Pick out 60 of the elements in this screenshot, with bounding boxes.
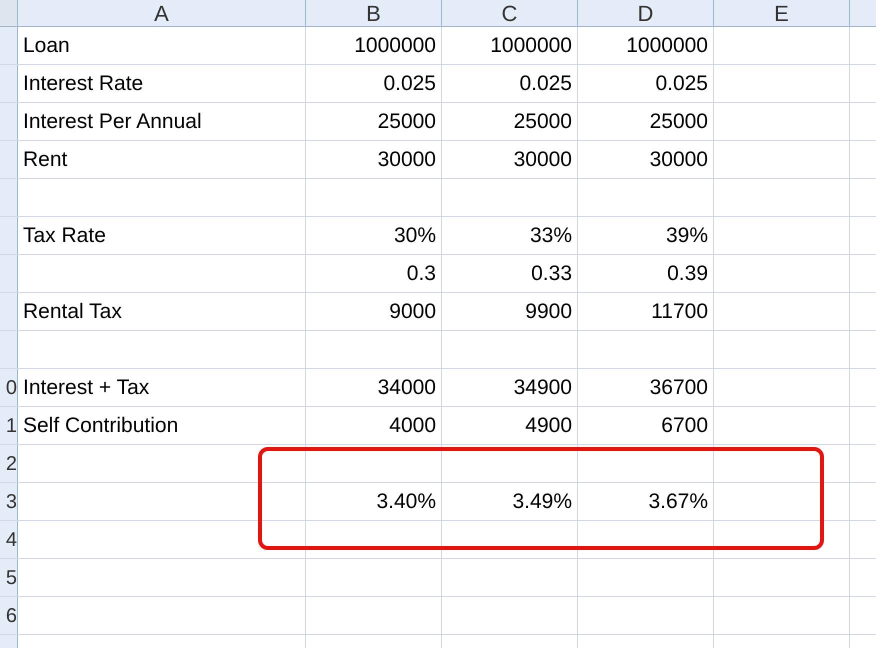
- table-cell: 11700: [578, 293, 714, 330]
- table-cell: 0.33: [442, 255, 578, 292]
- row-header[interactable]: [0, 293, 18, 330]
- column-header[interactable]: A: [18, 0, 306, 26]
- table-cell: 0.3: [306, 255, 442, 292]
- table-cell: Tax Rate: [18, 217, 306, 254]
- table-cell: 4900: [442, 407, 578, 444]
- row-header[interactable]: 3: [0, 483, 18, 520]
- table-cell: 0.025: [578, 65, 714, 102]
- row-header[interactable]: 0: [0, 369, 18, 406]
- column-header[interactable]: C: [442, 0, 578, 26]
- table-cell: 1000000: [442, 27, 578, 64]
- table-cell: 9900: [442, 293, 578, 330]
- table-cell: 39%: [578, 217, 714, 254]
- table-cell: Interest + Tax: [18, 369, 306, 406]
- column-header[interactable]: E: [714, 0, 850, 26]
- row-header[interactable]: [0, 255, 18, 292]
- table-cell: 34900: [442, 369, 578, 406]
- table-cell: 3.67%: [578, 483, 714, 520]
- table-cell: 0.025: [306, 65, 442, 102]
- table-cell: Interest Per Annual: [18, 103, 306, 140]
- table-cell: 25000: [442, 103, 578, 140]
- row-header[interactable]: [0, 217, 18, 254]
- table-cell: 25000: [306, 103, 442, 140]
- table-cell: 30000: [306, 141, 442, 178]
- row-header[interactable]: 1: [0, 407, 18, 444]
- table-cell: Loan: [18, 27, 306, 64]
- select-all-corner[interactable]: [0, 0, 18, 26]
- table-cell: 30000: [578, 141, 714, 178]
- row-header[interactable]: 6: [0, 597, 18, 634]
- row-header[interactable]: 2: [0, 445, 18, 482]
- row-header[interactable]: [0, 65, 18, 102]
- row-header[interactable]: [0, 27, 18, 64]
- table-cell: 0.025: [442, 65, 578, 102]
- row-header[interactable]: 5: [0, 559, 18, 596]
- table-cell: 0.39: [578, 255, 714, 292]
- column-header[interactable]: D: [578, 0, 714, 26]
- row-header[interactable]: [0, 179, 18, 216]
- table-cell: 9000: [306, 293, 442, 330]
- table-cell: 30000: [442, 141, 578, 178]
- table-cell: 34000: [306, 369, 442, 406]
- table-cell: 25000: [578, 103, 714, 140]
- table-cell: 6700: [578, 407, 714, 444]
- table-cell: 1000000: [578, 27, 714, 64]
- table-cell: Rental Tax: [18, 293, 306, 330]
- table-cell: 36700: [578, 369, 714, 406]
- table-cell: Rent: [18, 141, 306, 178]
- column-header[interactable]: B: [306, 0, 442, 26]
- table-cell: 30%: [306, 217, 442, 254]
- table-cell: 1000000: [306, 27, 442, 64]
- table-cell: Self Contribution: [18, 407, 306, 444]
- table-cell: 33%: [442, 217, 578, 254]
- row-header[interactable]: [0, 141, 18, 178]
- table-cell: Interest Rate: [18, 65, 306, 102]
- row-header[interactable]: 4: [0, 521, 18, 558]
- row-header[interactable]: [0, 103, 18, 140]
- table-cell: 3.49%: [442, 483, 578, 520]
- row-header[interactable]: [0, 331, 18, 368]
- table-cell: 4000: [306, 407, 442, 444]
- table-cell: 3.40%: [306, 483, 442, 520]
